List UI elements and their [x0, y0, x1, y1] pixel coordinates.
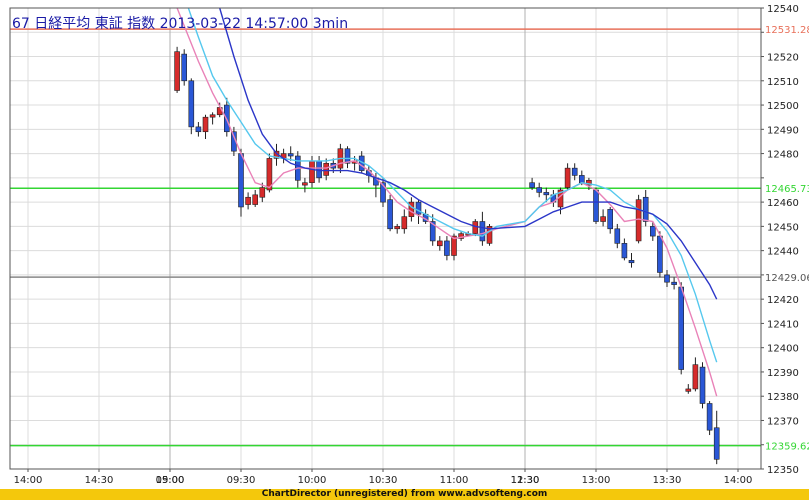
y-tick-label: 12380 — [767, 392, 799, 403]
candle-body — [578, 175, 585, 183]
candle-body — [564, 167, 571, 188]
candle-body — [436, 240, 443, 247]
candle-body — [401, 216, 408, 230]
x-tick-label: 10:30 — [369, 475, 398, 486]
candle-body — [444, 240, 450, 256]
x-tick-label: 11:00 — [440, 475, 469, 486]
candle-body — [706, 403, 713, 431]
y-tick-label: 12490 — [767, 125, 799, 136]
reference-line-label: 12429.06 — [765, 273, 809, 284]
candle-body — [181, 53, 187, 82]
y-tick-label: 12510 — [767, 77, 799, 88]
candle-body — [238, 153, 244, 208]
candle-body — [614, 228, 621, 244]
y-tick-label: 12440 — [767, 247, 799, 258]
candle-body — [415, 201, 422, 215]
x-tick-label: 09:00 — [156, 475, 185, 486]
candle-body — [671, 281, 677, 285]
candle-body — [713, 427, 720, 460]
candle-body — [302, 182, 308, 186]
y-axis: 12350 12370 12380 12390 12400 12410 12420 12440… — [761, 4, 799, 476]
candle-body — [621, 243, 628, 259]
candle-body — [593, 189, 599, 222]
candle-body — [664, 274, 670, 283]
candle-body — [287, 153, 294, 157]
reference-line-label: 12465.73 — [765, 184, 809, 195]
x-tick-label: 14:30 — [85, 475, 114, 486]
plot-background — [10, 8, 761, 469]
y-tick-label: 12350 — [767, 465, 799, 476]
candle-body — [472, 221, 479, 234]
y-tick-label: 12410 — [767, 319, 799, 330]
candle-body — [607, 209, 614, 230]
chart-root: 12531.28 12465.73 12429.06 12359.62 12350 12… — [0, 0, 809, 500]
candle-body — [571, 167, 578, 176]
x-tick-label: 09:30 — [227, 475, 256, 486]
candle-body — [259, 187, 266, 198]
y-tick-label: 12390 — [767, 368, 799, 379]
x-axis: 14:00 14:30 15:0009:00 09:30 10:00 10:30 11:00… — [14, 469, 753, 486]
reference-line-label: 12359.62 — [765, 442, 809, 453]
y-tick-label: 12460 — [767, 198, 799, 209]
candle-body — [628, 260, 635, 264]
candle-body — [479, 221, 486, 242]
candle-body — [692, 364, 699, 390]
candle-body — [195, 126, 202, 133]
x-tick-label: 10:00 — [298, 475, 327, 486]
candle-body — [635, 199, 642, 242]
candle-body — [387, 199, 393, 230]
x-tick-label: 14:00 — [724, 475, 753, 486]
candle-body — [529, 182, 535, 188]
x-tick-label: 13:00 — [582, 475, 611, 486]
candle-body — [657, 235, 663, 273]
candle-body — [699, 366, 706, 404]
y-tick-label: 12450 — [767, 222, 799, 233]
reference-line-label: 12531.28 — [765, 25, 809, 36]
candle-body — [309, 160, 315, 183]
y-tick-label: 12540 — [767, 4, 799, 15]
y-tick-label: 12420 — [767, 295, 799, 306]
candle-body — [209, 114, 216, 118]
y-tick-label: 12520 — [767, 53, 799, 64]
candle-body — [188, 80, 195, 128]
x-tick-label: 12:30 — [511, 475, 540, 486]
y-tick-label: 12370 — [767, 416, 799, 427]
candle-body — [678, 286, 685, 370]
candle-body — [600, 216, 606, 222]
candle-body — [245, 196, 251, 205]
candle-body — [323, 162, 330, 176]
chart-svg: 12531.2812465.7312429.0612359.62 1235012… — [9, 4, 809, 486]
candle-body — [649, 226, 656, 237]
candle-body — [202, 116, 209, 133]
candle-body — [536, 187, 543, 193]
chart-title: 67 日経平均 東証 指数 2013-03-22 14:57:00 3min — [12, 16, 349, 32]
x-tick-label: 14:00 — [14, 475, 43, 486]
candle-body — [543, 192, 550, 196]
y-tick-label: 12400 — [767, 344, 799, 355]
y-tick-label: 12500 — [767, 101, 799, 112]
x-tick-label: 13:30 — [653, 475, 682, 486]
candle-body — [252, 194, 258, 205]
candle-body — [642, 196, 649, 222]
candle-body — [316, 160, 322, 179]
candle-body — [394, 226, 401, 230]
chartdirector-footer: ChartDirector (unregistered) from www.ad… — [0, 489, 809, 500]
y-tick-label: 12480 — [767, 150, 799, 161]
candle-body — [685, 388, 692, 392]
candle-body — [174, 51, 180, 91]
